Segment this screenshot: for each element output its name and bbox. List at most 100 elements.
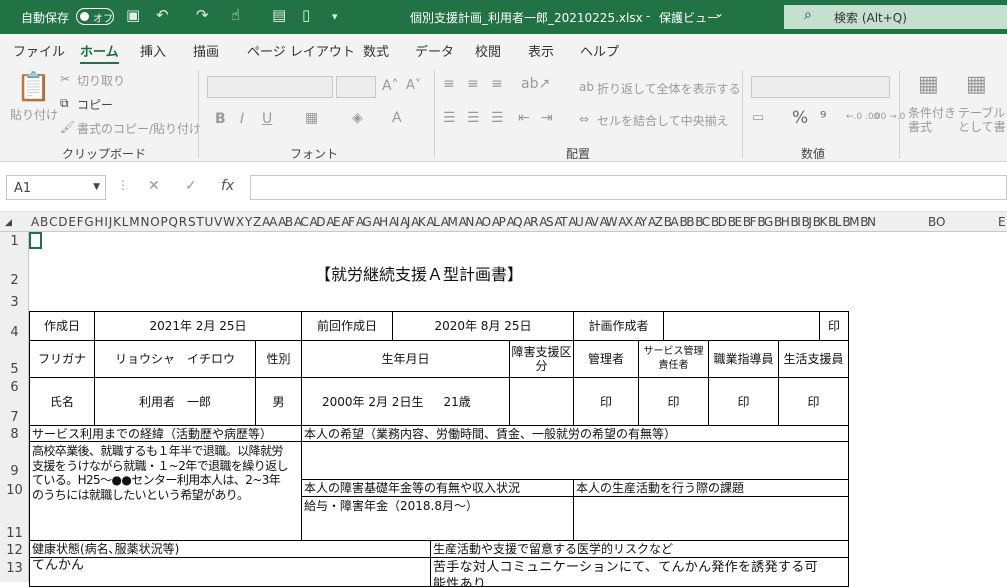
tab-page-layout[interactable]: ページ レイアウト <box>247 41 355 60</box>
gender-label[interactable]: 性別 <box>255 340 302 378</box>
comma-style-button[interactable]: ⁹ <box>820 108 826 127</box>
table-format-icon[interactable]: ▦ <box>966 72 987 97</box>
wrap-text-button[interactable]: 折り返して全体を表示する <box>597 80 741 97</box>
merge-center-button[interactable]: セルを結合して中央揃え <box>597 112 729 129</box>
dob-label[interactable]: 生年月日 <box>301 340 510 378</box>
number-format-dropdown[interactable] <box>751 76 890 98</box>
history-value[interactable]: 高校卒業後、就職するも１年半で退職。以降就労 支援をうけながら就職・１~2年で退… <box>29 441 302 541</box>
tab-formulas[interactable]: 数式 <box>363 41 389 60</box>
autosave-toggle[interactable]: オフ <box>76 8 114 25</box>
history-label[interactable]: サービス利用までの経緯（活動歴や病歴等） <box>29 425 302 442</box>
furigana-value[interactable]: リョウシャ イチロウ <box>94 340 256 378</box>
format-painter-icon[interactable]: 🖌 <box>60 120 75 134</box>
medical-risk-label[interactable]: 生産活動や支援で留意する医学的リスクなど <box>430 540 849 558</box>
created-date-label[interactable]: 作成日 <box>29 311 95 341</box>
enter-icon[interactable]: ✓ <box>185 178 197 194</box>
name-value[interactable]: 利用者 一郎 <box>94 377 256 426</box>
row-header[interactable]: 13 <box>0 561 29 576</box>
row-header[interactable]: 6 <box>0 380 29 395</box>
row-header[interactable]: 1 <box>0 234 29 249</box>
service-manager-label[interactable]: サービス管理責任者 <box>638 340 709 378</box>
worksheet[interactable]: 【就労継続支援Ａ型計画書】 作成日 2021年 2月 25日 前回作成日 202… <box>29 232 1007 587</box>
draw-icon[interactable]: ▯ <box>302 6 310 24</box>
planner-value[interactable] <box>663 311 820 341</box>
cancel-icon[interactable]: ✕ <box>148 178 160 194</box>
issues-value[interactable] <box>573 496 849 541</box>
row-header[interactable]: 4 <box>0 325 29 340</box>
undo-icon[interactable]: ↶ <box>156 6 169 24</box>
currency-icon[interactable]: ▭ <box>752 110 764 125</box>
pension-label[interactable]: 本人の障害基礎年金等の有無や収入状況 <box>301 479 574 497</box>
format-as-table-button[interactable]: テーブルとして書式設定 <box>958 106 1007 134</box>
copy-icon[interactable]: ⧉ <box>60 96 69 111</box>
row-header[interactable]: 2 <box>0 273 29 288</box>
service-manager-seal[interactable]: 印 <box>638 377 709 426</box>
indent-increase-icon[interactable]: ⇥ <box>541 110 553 126</box>
align-bottom-icon[interactable]: ≡ <box>491 76 503 92</box>
row-header[interactable]: 10 <box>0 483 29 498</box>
tab-draw[interactable]: 描画 <box>193 41 219 60</box>
row-header[interactable]: 9 <box>0 464 29 479</box>
paste-button[interactable]: 貼り付け <box>10 106 58 123</box>
health-value[interactable]: てんかん <box>29 557 431 587</box>
row-header[interactable]: 12 <box>0 543 29 558</box>
name-label[interactable]: 氏名 <box>29 377 95 426</box>
font-size-dropdown[interactable] <box>336 76 376 98</box>
conditional-format-button[interactable]: 条件付き書式 <box>908 106 956 134</box>
life-support-label[interactable]: 生活支援員 <box>778 340 849 378</box>
italic-button[interactable]: I <box>240 111 244 127</box>
previous-date-label[interactable]: 前回作成日 <box>301 311 393 341</box>
select-all-icon[interactable]: ◢ <box>5 218 12 228</box>
pension-value[interactable]: 給与・障害年金（2018.8月～） <box>301 496 574 541</box>
row-header[interactable]: 11 <box>0 526 29 541</box>
mode-chevron-icon[interactable]: ⌄ <box>714 6 724 20</box>
copy-button[interactable]: コピー <box>77 96 113 113</box>
cut-icon[interactable]: ✂ <box>60 72 70 86</box>
furigana-label[interactable]: フリガナ <box>29 340 95 378</box>
tab-data[interactable]: データ <box>415 41 454 60</box>
paste-icon[interactable]: 📋 <box>16 70 51 103</box>
gender-value[interactable]: 男 <box>255 377 302 426</box>
formula-input[interactable] <box>250 175 1007 200</box>
conditional-format-icon[interactable]: ▦ <box>918 72 939 97</box>
manager-label[interactable]: 管理者 <box>573 340 639 378</box>
print-preview-icon[interactable]: ▤ <box>272 6 286 24</box>
tab-view[interactable]: 表示 <box>528 41 554 60</box>
name-box[interactable]: A1 ▼ <box>6 175 106 200</box>
tab-home[interactable]: ホーム <box>80 41 119 65</box>
border-icon[interactable]: ▦ <box>305 110 318 126</box>
previous-date-value[interactable]: 2020年 8月 25日 <box>392 311 574 341</box>
font-color-icon[interactable]: A <box>392 110 402 126</box>
align-top-icon[interactable]: ≡ <box>443 76 455 92</box>
disability-class-label[interactable]: 障害支援区分 <box>509 340 574 378</box>
column-header-bo[interactable]: BO <box>928 215 945 229</box>
row-header[interactable]: 5 <box>0 362 29 377</box>
underline-button[interactable]: U <box>262 111 272 127</box>
wish-value[interactable] <box>301 441 849 480</box>
chevron-down-icon[interactable]: ▼ <box>93 182 100 192</box>
font-grow-button[interactable]: A˄ <box>382 78 399 94</box>
row-header[interactable]: 3 <box>0 295 29 310</box>
font-shrink-button[interactable]: A˅ <box>406 78 421 93</box>
tab-review[interactable]: 校閲 <box>475 41 501 60</box>
touch-mode-icon[interactable]: ☝ <box>231 6 240 24</box>
bold-button[interactable]: B <box>215 111 226 127</box>
row-header[interactable]: 7 <box>0 410 29 425</box>
format-painter-button[interactable]: 書式のコピー/貼り付け <box>77 120 201 137</box>
cut-button[interactable]: 切り取り <box>77 72 125 89</box>
insert-function-icon[interactable]: fx <box>221 178 234 194</box>
tab-file[interactable]: ファイル <box>13 41 65 60</box>
row-header[interactable]: 8 <box>0 427 29 442</box>
planner-label[interactable]: 計画作成者 <box>573 311 664 341</box>
created-date-value[interactable]: 2021年 2月 25日 <box>94 311 302 341</box>
manager-seal[interactable]: 印 <box>573 377 639 426</box>
dob-value[interactable]: 2000年 2月 2日生 21歳 <box>301 377 510 426</box>
orientation-icon[interactable]: ab↗ <box>521 76 550 92</box>
vocational-instructor-label[interactable]: 職業指導員 <box>708 340 779 378</box>
fill-color-icon[interactable]: ◈ <box>352 110 363 126</box>
medical-risk-value[interactable]: 苦手な対人コミュニケーションにて、てんかん発作を誘発する可 能性あり <box>430 557 849 587</box>
health-label[interactable]: 健康状態(病名､服薬状況等) <box>29 540 431 558</box>
save-icon[interactable]: ▣ <box>126 6 140 24</box>
align-middle-icon[interactable]: ≡ <box>467 76 479 92</box>
decrease-decimal-button[interactable]: .00 →.0 <box>872 112 905 122</box>
